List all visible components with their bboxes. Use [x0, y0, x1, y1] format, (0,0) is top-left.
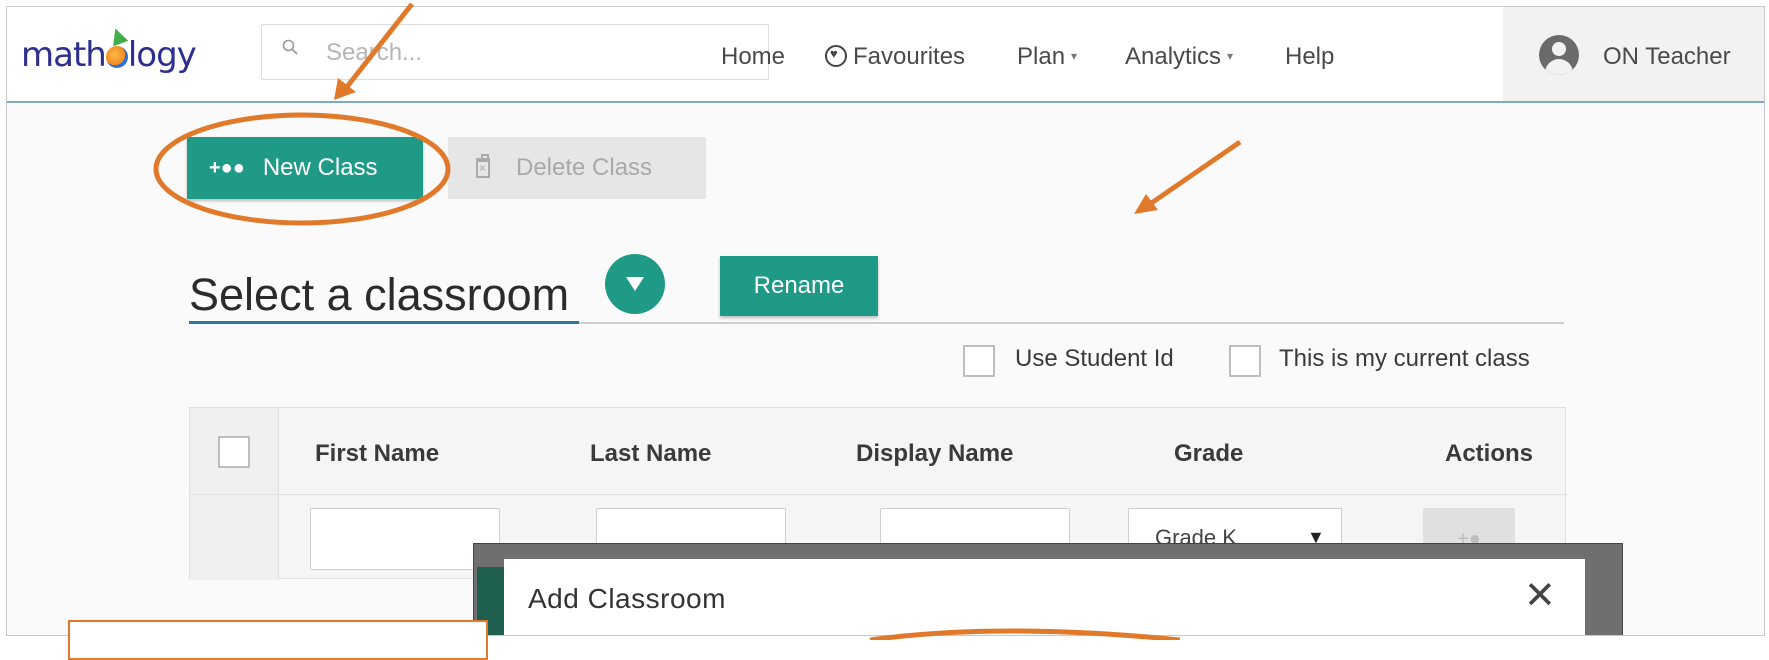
search-icon	[282, 39, 298, 55]
use-student-id-label: Use Student Id	[1015, 345, 1174, 372]
column-header-first-name[interactable]: First Name	[315, 440, 439, 468]
use-student-id-checkbox[interactable]	[963, 345, 995, 377]
current-class-label: This is my current class	[1279, 345, 1530, 372]
nav-analytics[interactable]: Analytics ▾	[1125, 43, 1233, 71]
add-classroom-dialog: Add Classroom ✕	[504, 559, 1585, 636]
annotation-callout-box	[68, 620, 488, 660]
user-menu[interactable]: ON Teacher	[1503, 7, 1764, 101]
nav-home[interactable]: Home	[721, 43, 785, 71]
nav-help[interactable]: Help	[1285, 43, 1334, 71]
nav-plan[interactable]: Plan ▾	[1017, 43, 1077, 71]
app-window: math logy Home Favourites Plan ▾ Analytics…	[6, 6, 1765, 636]
first-name-input[interactable]	[310, 508, 500, 570]
new-class-label: New Class	[262, 154, 378, 181]
chevron-down-icon: ▾	[1227, 49, 1234, 63]
heart-circle-icon	[825, 45, 847, 67]
classroom-dropdown-button[interactable]	[605, 254, 665, 314]
mathology-logo[interactable]: math logy	[21, 25, 197, 75]
account-avatar-icon	[1539, 35, 1579, 75]
search-box	[261, 24, 769, 80]
dialog-title: Add Classroom	[528, 583, 726, 614]
nav-analytics-label: Analytics	[1125, 43, 1222, 70]
dialog-divider	[504, 635, 1585, 636]
column-header-display-name[interactable]: Display Name	[856, 440, 1013, 468]
top-navbar: math logy Home Favourites Plan ▾ Analytics…	[7, 7, 1764, 103]
nav-favourites-label: Favourites	[853, 43, 966, 70]
rename-button[interactable]: Rename	[720, 256, 878, 316]
column-header-last-name[interactable]: Last Name	[590, 440, 711, 468]
close-icon[interactable]: ✕	[1524, 577, 1556, 615]
delete-class-button[interactable]: Delete Class	[448, 137, 706, 199]
current-class-checkbox[interactable]	[1229, 345, 1261, 377]
new-class-button[interactable]: +●● New Class	[187, 137, 423, 199]
logo-text-start: math	[21, 35, 107, 75]
heading-underline	[189, 321, 579, 324]
trash-icon	[476, 154, 490, 178]
classroom-selector-title[interactable]: Select a classroom	[189, 269, 569, 321]
add-group-icon: +●●	[209, 156, 245, 179]
column-header-grade[interactable]: Grade	[1174, 440, 1243, 468]
search-input[interactable]	[324, 37, 748, 69]
column-header-actions: Actions	[1445, 440, 1534, 467]
nav-plan-label: Plan	[1017, 43, 1066, 70]
select-all-checkbox[interactable]	[218, 436, 250, 468]
nav-favourites[interactable]: Favourites	[825, 43, 965, 71]
delete-class-label: Delete Class	[516, 154, 653, 181]
logo-text-end: logy	[127, 35, 197, 75]
header-divider	[190, 494, 1567, 495]
logo-globe-icon	[105, 25, 129, 68]
user-name: ON Teacher	[1603, 43, 1731, 70]
chevron-down-icon: ▾	[1071, 49, 1078, 63]
triangle-down-icon	[626, 277, 644, 291]
